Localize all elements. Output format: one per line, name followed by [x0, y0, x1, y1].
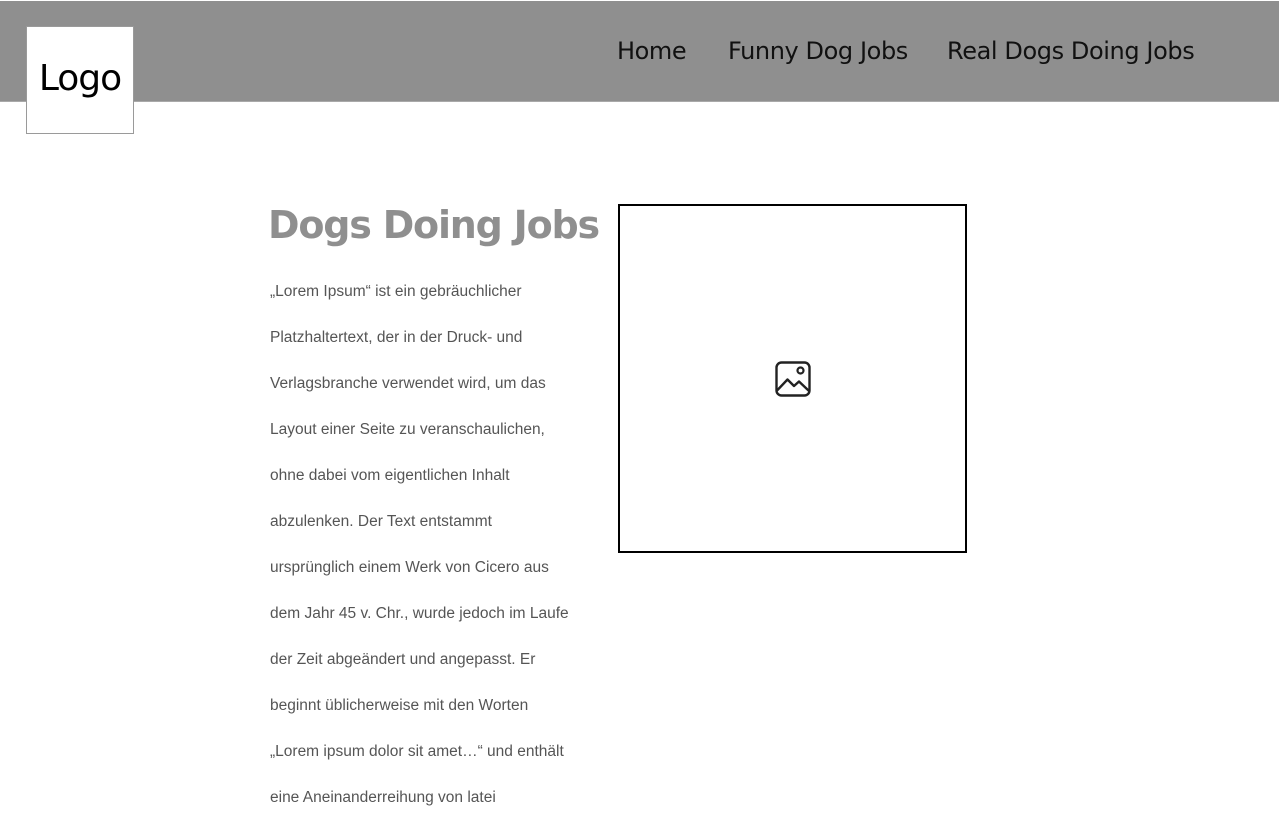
image-icon [775, 361, 811, 397]
paragraph-line: Verlagsbranche verwendet wird, um das [270, 375, 546, 392]
logo-text: Logo [38, 58, 122, 99]
paragraph-line: Platzhaltertext, der in der Druck- und [270, 329, 523, 346]
site-header: Home Funny Dog Jobs Real Dogs Doing Jobs [0, 1, 1279, 102]
paragraph-line: ohne dabei vom eigentlichen Inhalt [270, 467, 510, 484]
logo[interactable]: Logo [26, 26, 134, 134]
intro-paragraph: „Lorem Ipsum“ ist ein gebräuchlicher Pla… [270, 257, 592, 832]
paragraph-line: dem Jahr 45 v. Chr., wurde jedoch im Lau… [270, 605, 569, 622]
paragraph-line: der Zeit abgeändert und angepasst. Er [270, 651, 536, 668]
paragraph-line: abzulenken. Der Text entstammt [270, 513, 492, 530]
paragraph-line: „Lorem ipsum dolor sit amet…“ und enthäl… [270, 743, 564, 760]
paragraph-line: ursprünglich einem Werk von Cicero aus [270, 559, 549, 576]
image-placeholder[interactable] [618, 204, 967, 553]
nav-funny-dog-jobs-link[interactable]: Funny Dog Jobs [728, 34, 908, 68]
paragraph-line: „Lorem Ipsum“ ist ein gebräuchlicher [270, 283, 522, 300]
page-title: Dogs Doing Jobs [268, 203, 600, 247]
paragraph-line: eine Aneinanderreihung von latei [270, 789, 496, 806]
nav-home-link[interactable]: Home [617, 34, 687, 68]
nav-real-dogs-doing-jobs-link[interactable]: Real Dogs Doing Jobs [947, 34, 1195, 68]
paragraph-line: Layout einer Seite zu veranschaulichen, [270, 421, 545, 438]
paragraph-line: beginnt üblicherweise mit den Worten [270, 697, 529, 714]
